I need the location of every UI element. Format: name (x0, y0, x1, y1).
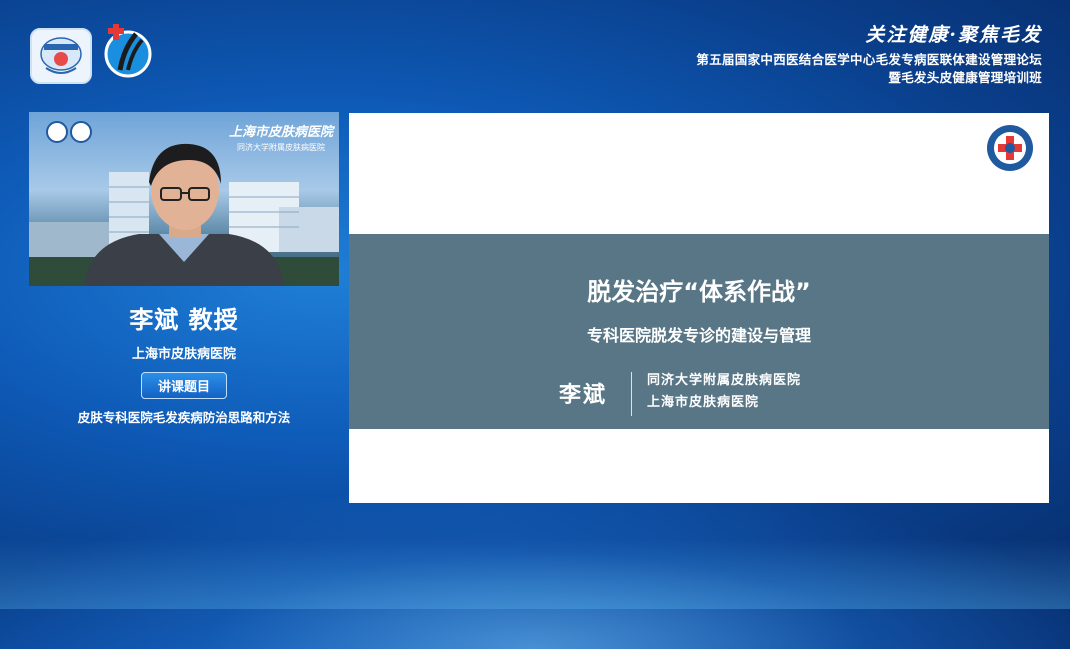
forum-title-line1: 第五届国家中西医结合医学中心毛发专病医联体建设管理论坛 (696, 52, 1042, 67)
forum-title-line2: 暨毛发头皮健康管理培训班 (888, 70, 1042, 85)
slide-subtitle: 专科医院脱发专诊的建设与管理 (586, 326, 811, 345)
slide-title: 脱发治疗“体系作战” (587, 278, 811, 306)
hospital-sign-text: 上海市皮肤病医院 (229, 124, 336, 140)
slide-title-band: 脱发治疗“体系作战” 专科医院脱发专诊的建设与管理 李斌 同济大学附属皮肤病医院… (349, 234, 1049, 429)
slide-author: 李斌 (559, 383, 608, 408)
speaker-video[interactable]: 上海市皮肤病医院 同济大学附属皮肤病医院 (29, 112, 339, 286)
hair-clinic-logo (102, 24, 154, 80)
hospital-sign-subtext: 同济大学附属皮肤病医院 (237, 142, 325, 152)
lecture-topic: 皮肤专科医院毛发疾病防治思路和方法 (77, 410, 291, 425)
presentation-slide[interactable]: 脱发治疗“体系作战” 专科医院脱发专诊的建设与管理 李斌 同济大学附属皮肤病医院… (349, 113, 1049, 503)
hospital-seal-icon (987, 125, 1033, 171)
speaker-hospital: 上海市皮肤病医院 (131, 347, 236, 362)
slide-affiliations: 同济大学附属皮肤病医院 上海市皮肤病医院 (647, 370, 801, 414)
topic-label-badge: 讲课题目 (140, 372, 227, 399)
bottom-glow-decoration (0, 539, 1070, 609)
speaker-name: 李斌 教授 (129, 306, 239, 334)
slide-divider (631, 372, 632, 416)
alliance-logo (30, 28, 92, 84)
hair-cross-icon (104, 24, 152, 78)
slide-affiliation-2: 上海市皮肤病医院 (647, 395, 760, 410)
event-slogan: 关注健康·聚焦毛发 (865, 24, 1042, 46)
alliance-emblem-icon (40, 37, 82, 74)
event-header: 关注健康·聚焦毛发 第五届国家中西医结合医学中心毛发专病医联体建设管理论坛 暨毛… (696, 20, 1042, 87)
speaker-video-scene: 上海市皮肤病医院 同济大学附属皮肤病医院 (29, 121, 339, 286)
speaker-info: 李斌 教授 上海市皮肤病医院 讲课题目 皮肤专科医院毛发疾病防治思路和方法 (29, 300, 339, 426)
slide-affiliation-1: 同济大学附属皮肤病医院 (647, 373, 802, 388)
